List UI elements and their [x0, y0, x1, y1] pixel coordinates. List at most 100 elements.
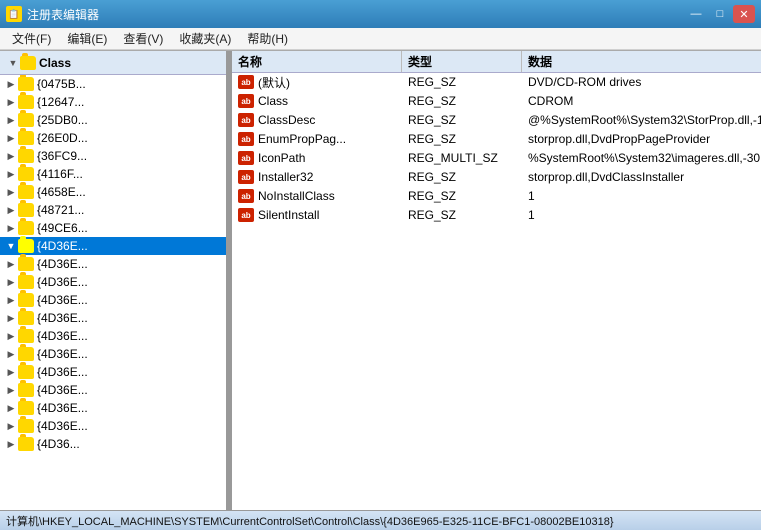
tree-item-4d36e-5[interactable]: ▶ {4D36E...	[0, 327, 226, 345]
tree-item-36fc9[interactable]: ▶ {36FC9...	[0, 147, 226, 165]
value-row[interactable]: ab SilentInstall REG_SZ 1	[232, 206, 761, 225]
tree-item-4d36e-9[interactable]: ▶ {4D36E...	[0, 399, 226, 417]
folder-icon	[18, 329, 34, 343]
minimize-button[interactable]: —	[685, 5, 707, 23]
value-name: ClassDesc	[258, 113, 315, 127]
col-header-type[interactable]: 类型	[402, 51, 522, 72]
tree-item-48721[interactable]: ▶ {48721...	[0, 201, 226, 219]
expand-arrow: ▶	[4, 79, 18, 90]
value-name-cell: ab NoInstallClass	[232, 188, 402, 204]
value-type-cell: REG_MULTI_SZ	[402, 150, 522, 166]
reg-icon: ab	[238, 132, 254, 146]
tree-item-26e0d[interactable]: ▶ {26E0D...	[0, 129, 226, 147]
close-button[interactable]: ✕	[733, 5, 755, 23]
value-type-cell: REG_SZ	[402, 112, 522, 128]
expand-arrow: ▶	[4, 295, 18, 306]
tree-item-label: {4D36E...	[37, 347, 88, 361]
values-header: 名称 类型 数据	[232, 51, 761, 73]
tree-item-label: {4116F...	[37, 167, 83, 181]
value-row[interactable]: ab IconPath REG_MULTI_SZ %SystemRoot%\Sy…	[232, 149, 761, 168]
col-header-data[interactable]: 数据	[522, 51, 761, 72]
value-name: SilentInstall	[258, 208, 319, 222]
expand-arrow: ▶	[4, 259, 18, 270]
folder-icon	[18, 383, 34, 397]
tree-item-4d36e-4[interactable]: ▶ {4D36E...	[0, 309, 226, 327]
tree-item-label: {4D36E...	[37, 329, 88, 343]
col-header-name[interactable]: 名称	[232, 51, 402, 72]
value-row[interactable]: ab Class REG_SZ CDROM	[232, 92, 761, 111]
tree-item-label: {4D36...	[37, 437, 80, 451]
folder-icon	[18, 437, 34, 451]
menu-file[interactable]: 文件(F)	[4, 28, 59, 49]
folder-icon	[18, 95, 34, 109]
tree-item-4116f[interactable]: ▶ {4116F...	[0, 165, 226, 183]
expand-arrow: ▶	[4, 421, 18, 432]
folder-icon	[18, 365, 34, 379]
value-row[interactable]: ab Installer32 REG_SZ storprop.dll,DvdCl…	[232, 168, 761, 187]
expand-arrow: ▶	[4, 205, 18, 216]
expand-arrow: ▶	[4, 151, 18, 162]
tree-item-label: {4D36E...	[37, 419, 88, 433]
tree-item-12647[interactable]: ▶ {12647...	[0, 93, 226, 111]
tree-item-4d36e-10[interactable]: ▶ {4D36E...	[0, 417, 226, 435]
expand-arrow: ▶	[4, 187, 18, 198]
status-bar: 计算机\HKEY_LOCAL_MACHINE\SYSTEM\CurrentCon…	[0, 510, 761, 530]
tree-item-label: {36FC9...	[37, 149, 87, 163]
tree-item-4d36e-3[interactable]: ▶ {4D36E...	[0, 291, 226, 309]
value-row[interactable]: ab NoInstallClass REG_SZ 1	[232, 187, 761, 206]
value-name-cell: ab Installer32	[232, 169, 402, 185]
folder-icon	[18, 185, 34, 199]
menu-help[interactable]: 帮助(H)	[239, 28, 296, 49]
folder-icon	[18, 311, 34, 325]
tree-root-folder-icon	[20, 56, 36, 70]
tree-item-label: {4D36E...	[37, 311, 88, 325]
values-body[interactable]: ab (默认) REG_SZ DVD/CD-ROM drives ab Clas…	[232, 73, 761, 510]
menu-view[interactable]: 查看(V)	[115, 28, 171, 49]
value-type-cell: REG_SZ	[402, 131, 522, 147]
value-name-cell: ab Class	[232, 93, 402, 109]
reg-icon: ab	[238, 75, 254, 89]
value-row[interactable]: ab EnumPropPag... REG_SZ storprop.dll,Dv…	[232, 130, 761, 149]
tree-item-label: {0475B...	[37, 77, 86, 91]
tree-item-4d36e-1[interactable]: ▶ {4D36E...	[0, 255, 226, 273]
expand-arrow: ▶	[4, 349, 18, 360]
tree-item-4658e[interactable]: ▶ {4658E...	[0, 183, 226, 201]
value-data-cell: CDROM	[522, 93, 761, 109]
value-type-cell: REG_SZ	[402, 74, 522, 90]
menu-bar: 文件(F) 编辑(E) 查看(V) 收藏夹(A) 帮助(H)	[0, 28, 761, 50]
folder-icon	[18, 221, 34, 235]
value-row[interactable]: ab (默认) REG_SZ DVD/CD-ROM drives	[232, 73, 761, 92]
value-type-cell: REG_SZ	[402, 188, 522, 204]
folder-icon	[18, 113, 34, 127]
menu-edit[interactable]: 编辑(E)	[59, 28, 115, 49]
tree-item-49ce6[interactable]: ▶ {49CE6...	[0, 219, 226, 237]
tree-item-4d36e-selected[interactable]: ▼ {4D36E...	[0, 237, 226, 255]
value-row[interactable]: ab ClassDesc REG_SZ @%SystemRoot%\System…	[232, 111, 761, 130]
maximize-button[interactable]: □	[709, 5, 731, 23]
expand-arrow: ▶	[4, 313, 18, 324]
value-data-cell: storprop.dll,DvdClassInstaller	[522, 169, 761, 185]
tree-item-label: {48721...	[37, 203, 84, 217]
value-data-cell: storprop.dll,DvdPropPageProvider	[522, 131, 761, 147]
tree-item-label: {12647...	[37, 95, 84, 109]
tree-item-25db0[interactable]: ▶ {25DB0...	[0, 111, 226, 129]
value-data-cell: @%SystemRoot%\System32\StorProp.dll,-170…	[522, 112, 761, 128]
tree-item-label: {49CE6...	[37, 221, 88, 235]
expand-arrow: ▶	[4, 115, 18, 126]
tree-item-4d36e-7[interactable]: ▶ {4D36E...	[0, 363, 226, 381]
tree-item-4d36e-11[interactable]: ▶ {4D36...	[0, 435, 226, 453]
tree-root-arrow: ▼	[6, 58, 20, 68]
tree-item-4d36e-6[interactable]: ▶ {4D36E...	[0, 345, 226, 363]
tree-body[interactable]: ▶ {0475B... ▶ {12647... ▶ {25DB0... ▶ {2…	[0, 75, 226, 510]
expand-arrow: ▶	[4, 223, 18, 234]
expand-arrow: ▶	[4, 439, 18, 450]
menu-favorites[interactable]: 收藏夹(A)	[171, 28, 239, 49]
folder-icon	[18, 167, 34, 181]
tree-item-4d36e-2[interactable]: ▶ {4D36E...	[0, 273, 226, 291]
tree-item-4d36e-8[interactable]: ▶ {4D36E...	[0, 381, 226, 399]
title-bar: 📋 注册表编辑器 — □ ✕	[0, 0, 761, 28]
expand-arrow: ▶	[4, 133, 18, 144]
tree-item-0475[interactable]: ▶ {0475B...	[0, 75, 226, 93]
value-data-cell: %SystemRoot%\System32\imageres.dll,-30	[522, 150, 761, 166]
value-name: IconPath	[258, 151, 305, 165]
